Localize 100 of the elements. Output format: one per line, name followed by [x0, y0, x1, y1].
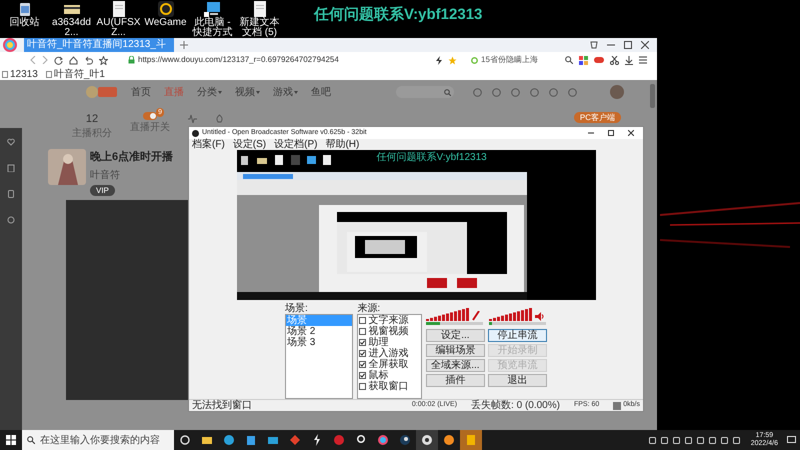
desktop-icon-label[interactable]: WeGame — [143, 18, 188, 28]
panel-button[interactable]: 停止串流 — [488, 329, 548, 342]
dropped-frames: 丢失帧数: 0 (0.00%) — [471, 400, 560, 411]
panel-button[interactable]: 插件 — [426, 374, 485, 387]
panel-button[interactable]: 编辑场景 — [426, 344, 485, 357]
microphone-icon[interactable] — [472, 311, 480, 321]
desktop-icon-label[interactable]: 回收站 — [2, 18, 47, 28]
scene-item[interactable]: 场景 3 — [286, 337, 352, 348]
panel-label: 来源: — [357, 303, 382, 314]
sidebar-icon[interactable] — [7, 138, 15, 146]
panel-button[interactable]: 全域来源... — [426, 359, 485, 372]
taskbar-app-icon[interactable] — [179, 434, 191, 446]
source-label: 助理 — [368, 337, 388, 348]
menu-icon[interactable] — [639, 56, 647, 64]
taskbar-app-icon[interactable] — [223, 434, 235, 446]
new-tab-icon[interactable] — [180, 41, 188, 49]
menu-item[interactable]: 设定档(P) — [274, 139, 318, 150]
checked-checkbox-icon[interactable] — [359, 350, 366, 357]
taskbar-app-icon[interactable] — [421, 434, 433, 446]
menu-item[interactable]: 帮助(H) — [325, 139, 360, 150]
client-download-button[interactable]: PC客户端 — [574, 112, 621, 123]
minimize-icon[interactable] — [588, 130, 594, 136]
download-icon[interactable] — [625, 56, 633, 64]
scissors-icon[interactable] — [610, 56, 619, 64]
nav-link[interactable]: 分类 — [197, 84, 222, 100]
page-icon — [46, 70, 52, 78]
volume-bars-icon — [426, 307, 470, 321]
preview-watermark-text: 任何问题联系V:ybf12313 — [376, 150, 487, 165]
close-icon[interactable] — [628, 130, 634, 136]
status-message: 无法找到窗口 — [192, 400, 252, 411]
menu-item[interactable]: 档案(F) — [192, 139, 225, 150]
bookmark-link[interactable]: 叶音符_叶1 — [46, 68, 105, 80]
star-icon[interactable] — [99, 56, 108, 64]
volume-bars-icon — [488, 307, 533, 321]
search-icon[interactable] — [565, 56, 573, 64]
checkbox-icon[interactable] — [359, 383, 366, 390]
nav-link[interactable]: 视频 — [235, 84, 260, 100]
watermark-text: 任何问题联系V:ybf12313 — [314, 5, 482, 25]
source-label: 鼠标 — [368, 370, 388, 381]
taskbar-app-icon[interactable] — [201, 434, 213, 446]
maximize-icon[interactable] — [624, 41, 632, 49]
panel-label: 场景: — [285, 303, 309, 314]
taskbar-app-icon[interactable] — [399, 434, 411, 446]
panel-button[interactable]: 设定... — [426, 329, 485, 342]
refresh-icon[interactable] — [54, 56, 63, 64]
sidebar-icon[interactable] — [7, 216, 15, 224]
stat-label: 直播开关 — [130, 120, 170, 135]
stat-value: 12 — [86, 112, 98, 126]
browser-logo-icon[interactable] — [2, 37, 18, 53]
taskbar-app-icon[interactable] — [311, 434, 323, 446]
stat-label: 主播积分 — [72, 126, 112, 141]
maximize-icon[interactable] — [608, 130, 614, 136]
lock-icon — [128, 56, 135, 64]
desktop-computer-icon[interactable] — [204, 0, 222, 18]
taskbar-app-icon[interactable] — [443, 434, 455, 446]
nav-link[interactable]: 游戏 — [273, 84, 298, 100]
menu-item[interactable]: 设定(S) — [232, 139, 266, 150]
streamer-name: 叶音符 — [90, 168, 121, 182]
obs-logo-icon — [192, 130, 199, 136]
desktop-icon-label[interactable]: a3634dd2... — [49, 18, 94, 38]
stream-title: 晚上6点准时开播 — [90, 150, 174, 165]
source-label: 进入游戏 — [368, 348, 408, 359]
taskbar-search-field[interactable]: 在这里输入你要搜索的内容 — [22, 430, 174, 450]
source-label: 获取窗口 — [368, 381, 408, 392]
checkbox-icon[interactable] — [359, 328, 366, 335]
bolt-icon[interactable] — [436, 56, 442, 64]
nav-link[interactable]: 首页 — [131, 84, 151, 100]
checked-checkbox-icon[interactable] — [359, 339, 366, 346]
checked-checkbox-icon[interactable] — [359, 361, 366, 368]
nav-link[interactable]: 鱼吧 — [311, 84, 331, 100]
desktop-icon-label[interactable]: AU(UFSXZ... — [96, 18, 141, 38]
scene-item[interactable]: 场景 2 — [286, 326, 352, 337]
checked-checkbox-icon[interactable] — [359, 372, 366, 379]
taskbar-app-icon[interactable] — [355, 434, 367, 446]
panel-button[interactable]: 退出 — [488, 374, 548, 387]
taskbar-app-icon[interactable] — [267, 434, 279, 446]
cover-thumbnail-icon[interactable] — [48, 149, 86, 185]
search-field[interactable]: 15省份隐瞒上海 — [471, 54, 559, 66]
scroll-thumb[interactable] — [650, 84, 655, 108]
taskbar-app-icon[interactable] — [245, 434, 257, 446]
desktop-app-icon[interactable] — [156, 0, 174, 18]
undo-icon[interactable] — [84, 56, 93, 64]
sidebar-icon[interactable] — [7, 190, 15, 198]
speaker-icon[interactable] — [534, 312, 544, 321]
notification-icon[interactable] — [787, 436, 796, 444]
start-icon[interactable] — [6, 435, 16, 445]
address-field[interactable]: https://www.douyu.com/123137_r=0.6979264702794254 — [128, 54, 430, 66]
desktop-icon-label[interactable]: 此电脑 - 快捷方式 — [190, 18, 235, 38]
search-icon — [27, 436, 35, 444]
vip-tag: VIP — [90, 184, 115, 196]
home-icon[interactable] — [69, 56, 78, 64]
site-search-field[interactable] — [396, 86, 454, 98]
desktop-icon-label[interactable]: 新建文本文档 (5) — [237, 18, 282, 38]
sidebar-icon[interactable] — [7, 164, 15, 172]
checkbox-icon[interactable] — [359, 317, 366, 324]
toggle-icon[interactable] — [143, 112, 157, 120]
close-icon[interactable] — [641, 41, 649, 49]
bookmark-link[interactable]: 12313 — [2, 68, 38, 80]
apps-icon[interactable] — [579, 56, 588, 64]
taskbar-app-icon[interactable] — [377, 434, 389, 446]
